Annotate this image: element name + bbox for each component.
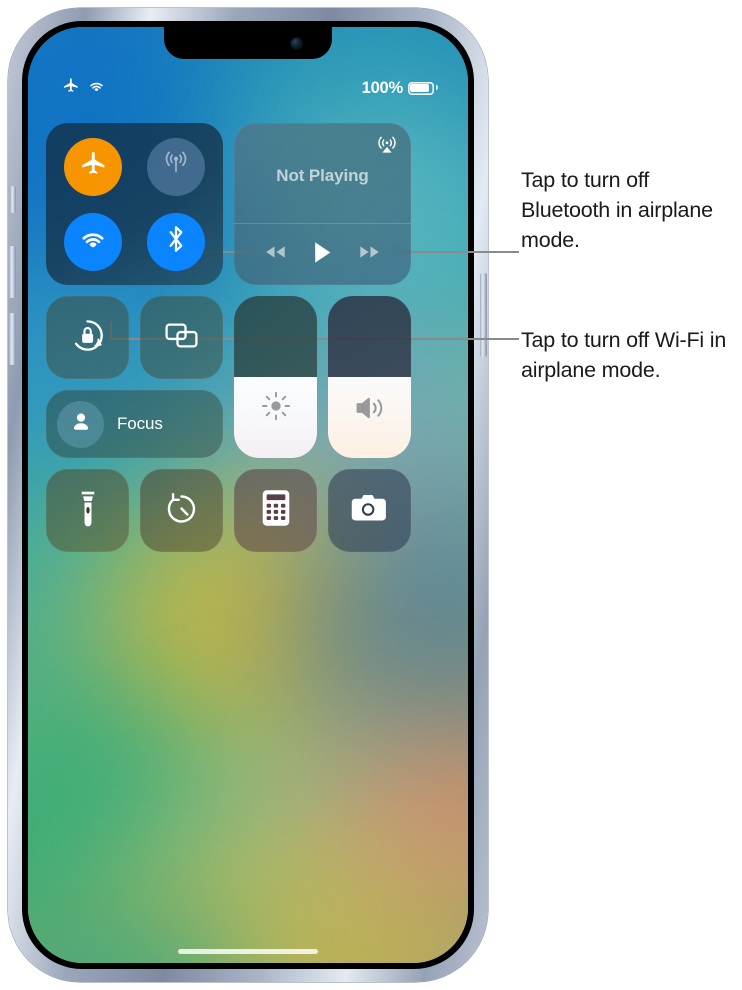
volume-slider[interactable]	[328, 296, 411, 458]
wifi-icon	[87, 79, 106, 98]
airplane-mode-button[interactable]	[64, 137, 123, 196]
flashlight-button[interactable]	[46, 469, 129, 552]
connectivity-tile[interactable]	[46, 123, 223, 285]
battery-fill	[410, 83, 430, 93]
media-title-label: Not Playing	[276, 166, 369, 185]
power-button[interactable]	[480, 273, 487, 357]
volume-up-button[interactable]	[9, 246, 16, 298]
control-center-mid-left-top	[46, 296, 223, 379]
brightness-slider-fill	[234, 377, 317, 458]
volume-slider-fill	[328, 377, 411, 458]
calculator-icon	[260, 489, 292, 532]
cellular-antenna-icon	[160, 148, 192, 185]
iphone-device-frame: 100% Not Playing Focus	[8, 8, 488, 982]
bluetooth-button[interactable]	[146, 212, 205, 271]
fast-forward-button[interactable]	[357, 244, 382, 265]
volume-down-button[interactable]	[9, 313, 16, 365]
mute-switch-button[interactable]	[10, 186, 16, 213]
screen-mirroring-button[interactable]	[140, 296, 223, 379]
status-bar: 100%	[28, 76, 468, 100]
notch	[164, 27, 332, 59]
media-top-area: Not Playing	[234, 123, 411, 223]
control-center-row-1: Not Playing	[46, 123, 450, 285]
flashlight-icon	[71, 489, 105, 532]
front-camera-icon	[291, 38, 302, 49]
speaker-volume-icon	[352, 393, 388, 428]
wifi-icon	[78, 228, 108, 255]
rotation-lock-icon	[68, 316, 107, 360]
control-center-mid-left: Focus	[46, 296, 223, 458]
control-center-row-2: Focus	[46, 296, 450, 458]
timer-button[interactable]	[140, 469, 223, 552]
airplane-icon	[62, 77, 80, 100]
focus-tile[interactable]: Focus	[46, 390, 223, 458]
control-center-row-3	[46, 469, 450, 552]
focus-icon-circle	[57, 400, 104, 448]
focus-label: Focus	[117, 414, 163, 433]
person-icon	[69, 410, 93, 439]
control-center: Not Playing Focus	[28, 123, 468, 552]
bluetooth-icon	[163, 223, 189, 260]
media-player-tile[interactable]: Not Playing	[234, 123, 411, 285]
camera-button[interactable]	[328, 469, 411, 552]
cellular-data-button[interactable]	[146, 137, 205, 196]
brightness-sun-icon	[259, 389, 293, 428]
brightness-slider[interactable]	[234, 296, 317, 458]
rewind-button[interactable]	[263, 244, 288, 265]
status-bar-left	[62, 77, 106, 100]
home-indicator[interactable]	[178, 949, 318, 954]
screen-mirroring-icon	[162, 319, 201, 357]
callout-wifi-text: Tap to turn off Wi-Fi in airplane mode.	[521, 328, 727, 382]
phone-screen: 100% Not Playing Focus	[28, 27, 468, 963]
battery-icon	[408, 82, 438, 95]
phone-bezel: 100% Not Playing Focus	[22, 21, 474, 969]
timer-icon	[163, 490, 200, 532]
callout-bluetooth-text: Tap to turn off Bluetooth in airplane mo…	[521, 168, 713, 252]
airplane-icon	[79, 150, 108, 184]
calculator-button[interactable]	[234, 469, 317, 552]
camera-icon	[350, 492, 390, 529]
status-bar-right: 100%	[361, 78, 438, 98]
sliders-group	[234, 296, 411, 458]
play-button[interactable]	[313, 241, 332, 269]
battery-percentage-label: 100%	[361, 78, 404, 97]
wifi-button[interactable]	[64, 212, 123, 271]
rotation-lock-button[interactable]	[46, 296, 129, 379]
airplay-icon[interactable]	[376, 133, 398, 160]
media-controls	[234, 223, 411, 285]
